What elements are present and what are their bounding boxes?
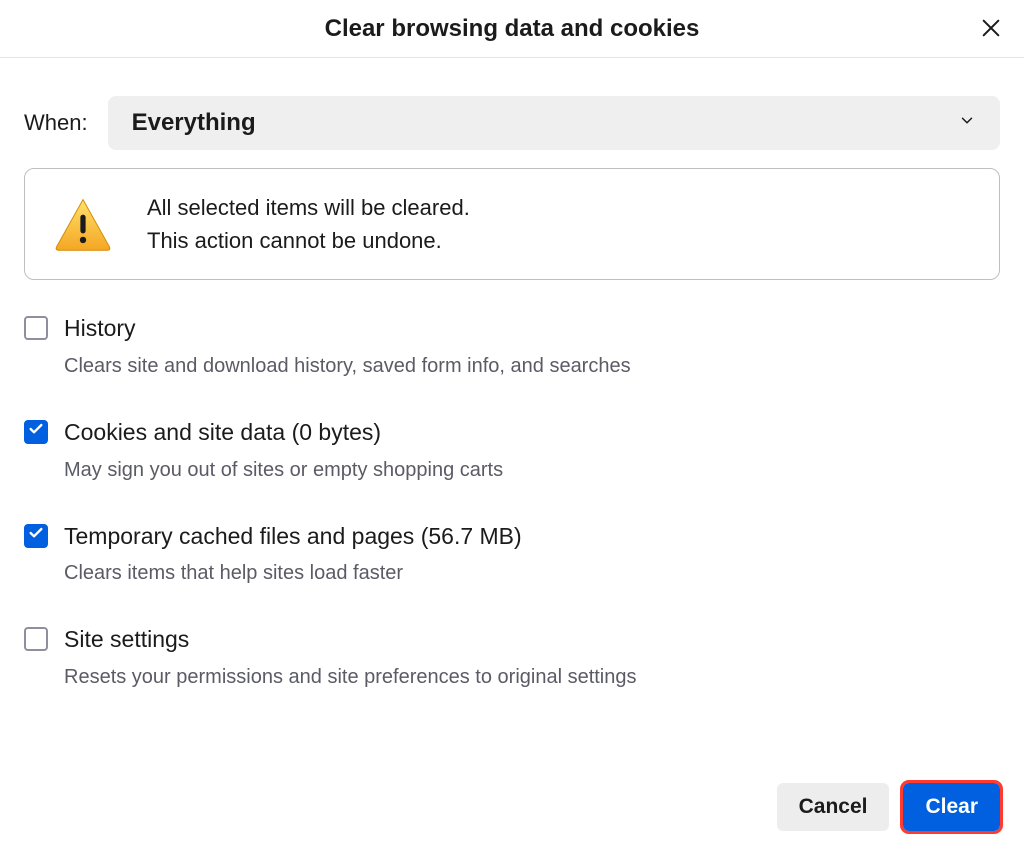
- check-icon: [28, 525, 44, 546]
- options-list: History Clears site and download history…: [24, 314, 1000, 689]
- warning-icon: [53, 194, 113, 254]
- option-desc: Clears items that help sites load faster: [64, 562, 522, 585]
- checkbox-history[interactable]: [24, 316, 48, 340]
- clear-data-dialog: Clear browsing data and cookies When: Ev…: [0, 0, 1024, 853]
- warning-text: All selected items will be cleared. This…: [147, 191, 470, 257]
- check-icon: [28, 421, 44, 442]
- dialog-header: Clear browsing data and cookies: [0, 0, 1024, 58]
- close-button[interactable]: [974, 12, 1008, 46]
- dialog-title: Clear browsing data and cookies: [325, 15, 700, 43]
- option-label: Site settings: [64, 625, 637, 654]
- option-desc: Resets your permissions and site prefere…: [64, 666, 637, 689]
- clear-button[interactable]: Clear: [903, 783, 1000, 831]
- checkbox-cache[interactable]: [24, 524, 48, 548]
- close-icon: [980, 17, 1002, 42]
- option-history: History Clears site and download history…: [24, 314, 1000, 378]
- checkbox-site-settings[interactable]: [24, 627, 48, 651]
- option-label: Temporary cached files and pages (56.7 M…: [64, 522, 522, 551]
- cancel-button[interactable]: Cancel: [777, 783, 890, 831]
- warning-line-1: All selected items will be cleared.: [147, 191, 470, 224]
- option-cookies: Cookies and site data (0 bytes) May sign…: [24, 418, 1000, 482]
- when-row: When: Everything: [24, 96, 1000, 150]
- when-select[interactable]: Everything: [108, 96, 1000, 150]
- warning-line-2: This action cannot be undone.: [147, 224, 470, 257]
- when-label: When:: [24, 110, 88, 136]
- option-desc: Clears site and download history, saved …: [64, 355, 631, 378]
- dialog-body: When: Everything: [0, 96, 1024, 689]
- when-select-value: Everything: [132, 109, 256, 137]
- option-cache: Temporary cached files and pages (56.7 M…: [24, 522, 1000, 586]
- warning-box: All selected items will be cleared. This…: [24, 168, 1000, 280]
- option-label: Cookies and site data (0 bytes): [64, 418, 503, 447]
- chevron-down-icon: [958, 112, 976, 135]
- option-desc: May sign you out of sites or empty shopp…: [64, 459, 503, 482]
- dialog-footer: Cancel Clear: [777, 783, 1000, 831]
- checkbox-cookies[interactable]: [24, 420, 48, 444]
- option-label: History: [64, 314, 631, 343]
- option-site-settings: Site settings Resets your permissions an…: [24, 625, 1000, 689]
